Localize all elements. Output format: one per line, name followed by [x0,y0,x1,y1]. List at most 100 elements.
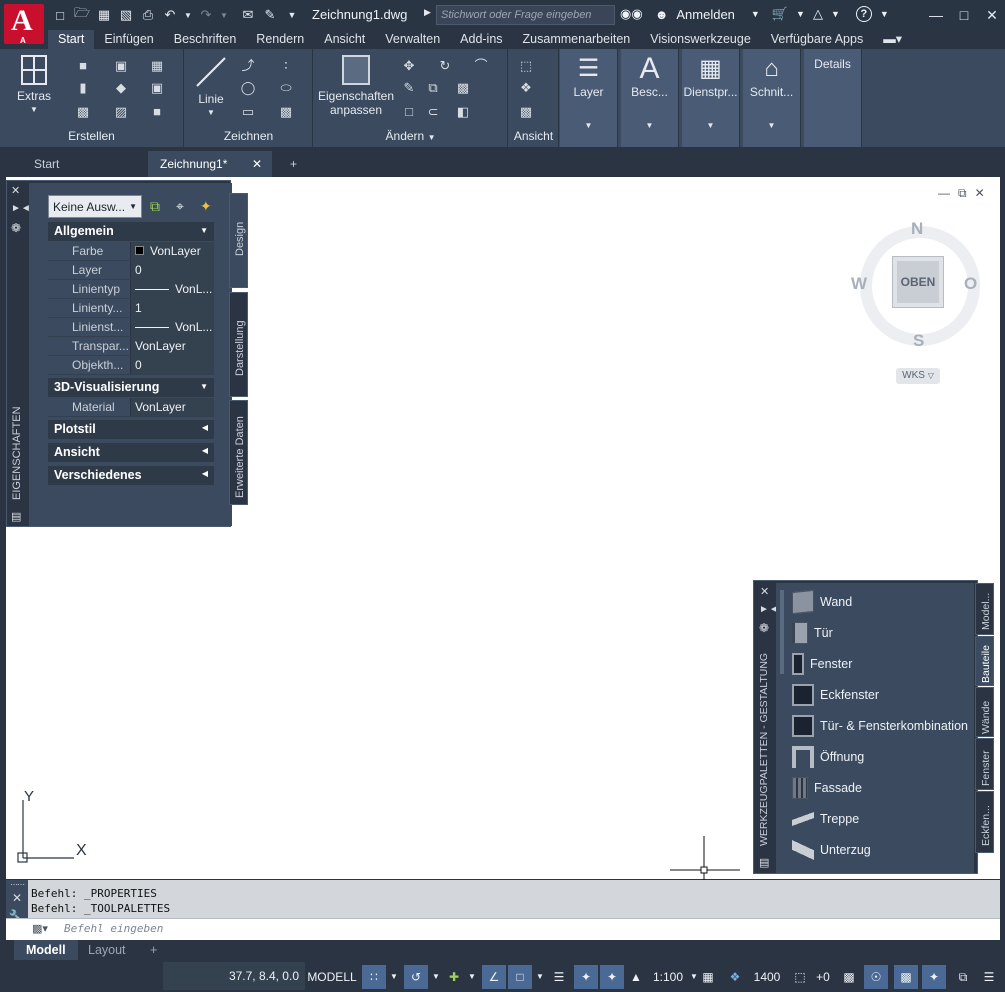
tab-rendern[interactable]: Rendern [246,30,314,49]
prop-row-linientypfaktor[interactable]: Linienty... 1 [48,299,214,318]
section-ansicht[interactable]: Ansicht ◀ [48,443,214,462]
tool-tuer[interactable]: Tür [792,619,833,647]
undo-dropdown-icon[interactable]: ▼ [184,7,192,23]
annotation-visibility-icon[interactable]: ✦ [574,965,598,989]
tab-close-icon[interactable]: ✕ [252,151,262,177]
trim-icon[interactable]: □ [400,103,418,121]
binoculars-icon[interactable]: ◉◉ [620,6,643,22]
view-cube-icon[interactable]: ⬚ [517,57,535,75]
grid-line-icon[interactable]: ▦ [148,57,166,75]
prop-row-transparenz[interactable]: Transpar... VonLayer [48,337,214,356]
ribbon-options-icon[interactable]: ▬▾ [873,30,912,49]
prop-row-layer[interactable]: Layer 0 [48,261,214,280]
customize-status-icon[interactable]: ☰ [978,965,1000,989]
close-icon[interactable]: ✕ [980,4,1004,26]
compass-s[interactable]: S [913,331,924,351]
prop-row-objekthoehe[interactable]: Objekth... 0 [48,356,214,375]
isodraft-icon[interactable]: ∠ [482,965,506,989]
auto-scale-icon[interactable]: ✦ [600,965,624,989]
share-icon[interactable]: ✉ [240,7,256,23]
tab-addins[interactable]: Add-ins [450,30,512,49]
ortho-mode-icon[interactable]: ✚ [444,965,464,989]
tab-verfuegbare-apps[interactable]: Verfügbare Apps [761,30,873,49]
select-objects-icon[interactable]: ⌖ [176,198,184,215]
move-icon[interactable]: ✥ [400,57,418,75]
tab-modell[interactable]: Modell [14,940,78,960]
linie-button[interactable]: Linie ▼ [189,55,233,120]
mirror-icon[interactable]: ◧ [454,103,472,121]
palette-settings-icon[interactable]: ❁ [759,621,769,635]
signin-button[interactable]: Anmelden [676,7,735,22]
cube-icon[interactable]: ■ [148,103,166,121]
panel-details[interactable]: Details [804,49,862,147]
tool-wand[interactable]: Wand [792,588,852,616]
props-menu-icon[interactable]: ▤ [11,510,21,523]
grid-dropdown-icon[interactable]: ▼ [388,965,400,989]
section-3d-visualisierung[interactable]: 3D-Visualisierung ▼ [48,378,214,397]
erase-icon[interactable]: ✎ [400,79,418,97]
command-input[interactable]: ▩▾ Befehl eingeben [6,918,1000,940]
wall-icon[interactable]: ▣ [112,57,130,75]
tab-visionswerkzeuge[interactable]: Visionswerkzeuge [640,30,761,49]
tool-unterzug[interactable]: Unterzug [792,836,871,864]
selection-dropdown[interactable]: Keine Ausw... ▼ [48,195,142,218]
tool-fassade[interactable]: Fassade [792,774,862,802]
panel-layer[interactable]: ☰ Layer ▼ [560,49,618,147]
qat-customize-icon[interactable]: ▼ [284,7,300,23]
prop-row-farbe[interactable]: Farbe VonLayer [48,242,214,261]
polyline-icon[interactable]: ⤴ [239,57,257,75]
tab-zeichnung1[interactable]: Zeichnung1* ✕ [148,151,272,177]
wcs-dropdown[interactable]: WKS ▽ [896,368,940,384]
props-close-icon[interactable]: ✕ [11,184,20,197]
hardware-accel-icon[interactable]: ☉ [864,965,888,989]
isolate-icon[interactable]: ⬚ [790,965,810,989]
polar-dropdown-icon[interactable]: ▼ [466,965,478,989]
snap-dropdown-icon[interactable]: ▼ [430,965,442,989]
quick-select-icon[interactable]: ✦ [200,198,212,215]
viewport-restore-icon[interactable]: ⧉ [958,186,967,201]
viewcube[interactable]: N S W O OBEN WKS ▽ [851,216,982,396]
undo-icon[interactable]: ↶ [162,7,178,23]
prop-row-linienstaerke[interactable]: Linienst... VonL... [48,318,214,337]
units-icon[interactable]: ▦ [698,965,718,989]
tab-start-file[interactable]: Start [22,151,148,177]
array-icon[interactable]: ▩ [454,79,472,97]
visual-style-icon[interactable]: ❖ [517,79,535,97]
model-space-toggle[interactable]: MODELL [306,965,358,989]
user-icon[interactable]: ☻ [655,7,669,22]
signin-dropdown-icon[interactable]: ▼ [751,9,760,19]
viewport-icon[interactable]: ▩ [517,103,535,121]
tab-verwalten[interactable]: Verwalten [375,30,450,49]
tab-layout[interactable]: Layout [76,940,138,960]
compass-o[interactable]: O [964,274,977,294]
search-input[interactable]: Stichwort oder Frage eingeben [436,5,615,25]
palette-close-icon[interactable]: ✕ [760,585,769,598]
compass-n[interactable]: N [911,219,923,239]
coordinates-box[interactable]: 37.7, 8.4, 0.0 [163,962,305,990]
rotate-icon[interactable]: ↻ [436,57,454,75]
window-icon[interactable]: ▩ [74,103,92,121]
cart-dropdown-icon[interactable]: ▼ [796,9,805,19]
tool-eckfenster[interactable]: Eckfenster [792,681,879,709]
autocad-logo-button[interactable]: A A [4,4,44,45]
lineweight-icon[interactable]: ☰ [548,965,570,989]
door-icon[interactable]: ▮ [74,79,92,97]
panel-beschriftung[interactable]: A Besc... ▼ [621,49,679,147]
autodesk-dropdown-icon[interactable]: ▼ [831,9,840,19]
viewport-close-icon[interactable]: ✕ [975,186,985,201]
open-icon[interactable]: 🗁 [74,5,90,23]
redo-dropdown-icon[interactable]: ▼ [220,7,228,23]
elevation-offset[interactable]: +0 [812,965,834,989]
ellipse-icon[interactable]: ⬭ [277,79,295,97]
search-expand-icon[interactable]: ▶ [424,7,431,18]
point-icon[interactable]: ∶ [277,57,295,75]
box-icon[interactable]: ■ [74,57,92,75]
grid-display-icon[interactable]: ∷ [362,965,386,989]
tab-beschriften[interactable]: Beschriften [164,30,247,49]
column-icon[interactable]: ▣ [148,79,166,97]
scale-dropdown[interactable]: 1:100 [648,965,688,989]
snap-mode-icon[interactable]: ↺ [404,965,428,989]
osnap-dropdown-icon[interactable]: ▼ [534,965,546,989]
offset-icon[interactable]: ⊂ [424,103,442,121]
props-settings-icon[interactable]: ❁ [11,221,21,235]
